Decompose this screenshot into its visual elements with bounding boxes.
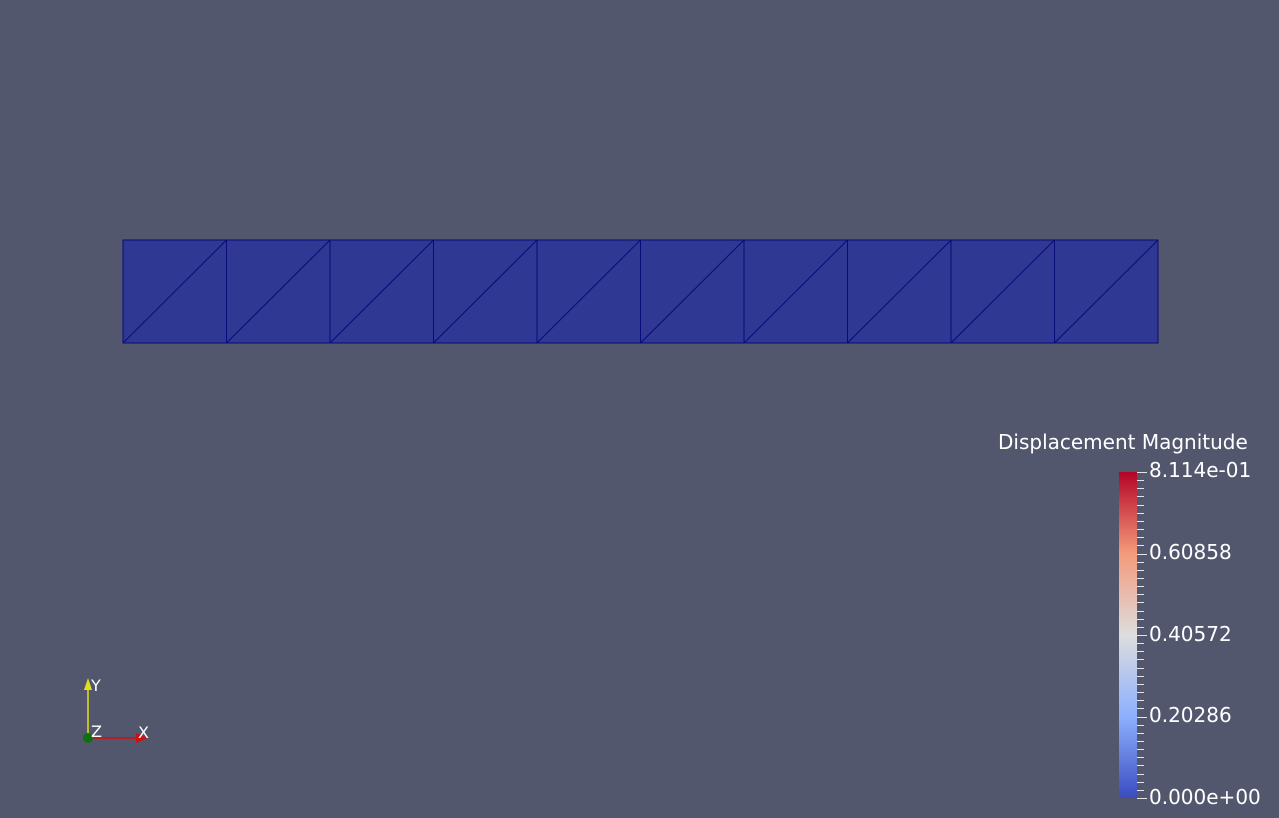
scalar-bar-title: Displacement Magnitude [998,430,1248,454]
legend-tick-label: 0.60858 [1149,540,1232,564]
mesh-beam [122,239,1159,344]
orientation-axes-widget: X Y Z [83,676,149,743]
y-axis-label: Y [90,676,101,695]
color-legend-bar [1119,472,1137,798]
legend-tick-label: 0.20286 [1149,703,1232,727]
legend-max-label: 8.114e-01 [1149,458,1252,482]
legend-min-label: 0.000e+00 [1149,785,1261,809]
z-axis-label: Z [91,722,102,741]
color-legend-ticks [1137,472,1147,799]
x-axis-label: X [138,723,149,742]
render-viewport[interactable]: Displacement Magnitude 8.114e-01 0.60858… [0,0,1279,818]
legend-tick-label: 0.40572 [1149,622,1232,646]
